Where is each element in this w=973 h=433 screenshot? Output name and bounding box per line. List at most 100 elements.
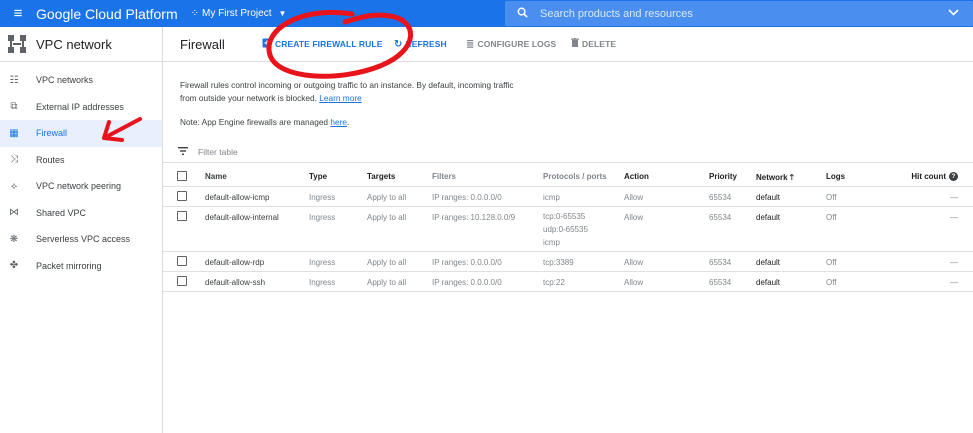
note-text: Note: App Engine firewalls are managed	[180, 117, 329, 127]
refresh-icon: ↻	[394, 38, 403, 50]
network-link[interactable]: default	[756, 278, 780, 287]
project-name: My First Project	[202, 8, 272, 19]
sidebar-item-firewall[interactable]: ▦ Firewall	[0, 120, 162, 147]
cell-priority: 65534	[709, 213, 732, 222]
table-row[interactable]: default-allow-internal Ingress Apply to …	[163, 207, 973, 252]
col-action[interactable]: Action	[624, 172, 649, 181]
col-network-label: Network	[756, 173, 788, 182]
sidebar-item-label: VPC networks	[36, 75, 94, 86]
search-icon	[517, 7, 528, 21]
sidebar-item-label: Serverless VPC access	[36, 234, 131, 245]
app-engine-note: Note: App Engine firewalls are managed h…	[180, 117, 349, 127]
firewall-icon: ▦	[9, 127, 19, 139]
col-priority[interactable]: Priority	[709, 172, 737, 181]
delete-label: DELETE	[582, 39, 617, 49]
row-checkbox[interactable]	[177, 211, 187, 221]
protocol-line: tcp:0-65535	[543, 212, 586, 221]
help-icon[interactable]: ?	[949, 172, 958, 182]
expand-icon[interactable]	[948, 8, 959, 19]
col-hit-count[interactable]: Hit count?	[911, 172, 958, 182]
cell-logs: Off	[826, 213, 837, 222]
row-checkbox[interactable]	[177, 256, 187, 266]
table-row[interactable]: default-allow-rdp Ingress Apply to all I…	[163, 252, 973, 272]
table-row[interactable]: default-allow-icmp Ingress Apply to all …	[163, 187, 973, 207]
delete-button[interactable]: DELETE	[571, 38, 616, 50]
arrow-up-icon: 🡑	[789, 173, 794, 182]
cell-action: Allow	[624, 193, 644, 202]
cell-filters: IP ranges: 0.0.0.0/0	[432, 193, 502, 202]
cell-type: Ingress	[309, 258, 336, 267]
rule-name-link[interactable]: default-allow-icmp	[205, 193, 269, 202]
vpc-networks-icon: ☷	[9, 74, 19, 86]
sidebar: VPC network ☷ VPC networks ⧉ External IP…	[0, 27, 163, 433]
menu-icon[interactable]: ≡	[0, 0, 36, 27]
row-checkbox[interactable]	[177, 276, 187, 286]
configure-logs-button[interactable]: ≣ CONFIGURE LOGS	[466, 39, 556, 50]
col-type[interactable]: Type	[309, 172, 327, 181]
sidebar-item-serverless[interactable]: ❋ Serverless VPC access	[0, 226, 162, 253]
sidebar-item-routes[interactable]: ⤨ Routes	[0, 147, 162, 174]
cell-type: Ingress	[309, 193, 336, 202]
cell-hit-count: —	[950, 213, 958, 222]
page-title: Firewall	[180, 36, 225, 52]
firewall-description: Firewall rules control incoming or outgo…	[180, 79, 520, 105]
routes-icon: ⤨	[10, 154, 18, 166]
shared-vpc-icon: ⋈	[9, 207, 19, 219]
sidebar-item-label: Packet mirroring	[36, 260, 102, 271]
cell-logs: Off	[826, 278, 837, 287]
cell-type: Ingress	[309, 213, 336, 222]
search-placeholder: Search products and resources	[540, 7, 693, 20]
cell-hit-count: —	[950, 258, 958, 267]
sidebar-item-packet-mirroring[interactable]: ✤ Packet mirroring	[0, 253, 162, 280]
project-selector[interactable]: ⁘ My First Project ▼	[191, 8, 287, 19]
row-checkbox[interactable]	[177, 191, 187, 201]
learn-more-link[interactable]: Learn more	[319, 93, 361, 103]
sidebar-list: ☷ VPC networks ⧉ External IP addresses ▦…	[0, 62, 162, 279]
cell-targets: Apply to all	[367, 258, 407, 267]
here-link[interactable]: here	[330, 117, 347, 127]
brand-title[interactable]: Google Cloud Platform	[36, 6, 178, 22]
col-targets[interactable]: Targets	[367, 172, 395, 181]
page-header: Firewall CREATE FIREWALL RULE ↻ REFRESH …	[163, 27, 973, 62]
create-firewall-rule-button[interactable]: CREATE FIREWALL RULE	[262, 38, 382, 51]
chevron-down-icon: ▼	[278, 9, 287, 18]
external-ip-icon: ⧉	[10, 101, 18, 113]
col-filters: Filters	[432, 172, 457, 181]
firewall-table: Name Type Targets Filters Protocols / po…	[163, 165, 973, 292]
cell-targets: Apply to all	[367, 213, 407, 222]
cell-action: Allow	[624, 213, 644, 222]
cell-targets: Apply to all	[367, 278, 407, 287]
table-row[interactable]: default-allow-ssh Ingress Apply to all I…	[163, 272, 973, 292]
network-link[interactable]: default	[756, 258, 780, 267]
col-network[interactable]: Network 🡑	[756, 172, 794, 186]
configure-label: CONFIGURE LOGS	[477, 39, 557, 49]
col-hit-label: Hit count	[911, 172, 946, 181]
select-all-checkbox[interactable]	[177, 171, 187, 181]
sidebar-item-peering[interactable]: ⟡ VPC network peering	[0, 173, 162, 200]
note-suffix: .	[346, 117, 350, 127]
sidebar-item-vpc-networks[interactable]: ☷ VPC networks	[0, 67, 162, 94]
col-logs[interactable]: Logs	[826, 172, 845, 181]
search-input[interactable]: Search products and resources	[505, 1, 973, 26]
rule-name-link[interactable]: default-allow-internal	[205, 213, 279, 222]
refresh-button[interactable]: ↻ REFRESH	[394, 39, 447, 50]
cell-protocols: tcp:3389	[543, 258, 574, 267]
add-box-icon	[262, 38, 272, 51]
col-name[interactable]: Name	[205, 172, 227, 181]
sidebar-item-label: Firewall	[36, 128, 68, 139]
sidebar-item-external-ip[interactable]: ⧉ External IP addresses	[0, 94, 162, 121]
filter-bar[interactable]: Filter table	[163, 142, 973, 163]
sidebar-item-shared-vpc[interactable]: ⋈ Shared VPC	[0, 200, 162, 227]
rule-name-link[interactable]: default-allow-ssh	[205, 278, 265, 287]
cell-logs: Off	[826, 258, 837, 267]
sidebar-header: VPC network	[0, 27, 162, 62]
cell-hit-count: —	[950, 193, 958, 202]
sidebar-item-label: Routes	[36, 154, 65, 165]
protocol-line: icmp	[543, 238, 560, 247]
network-link[interactable]: default	[756, 213, 780, 222]
rule-name-link[interactable]: default-allow-rdp	[205, 258, 264, 267]
filter-input[interactable]: Filter table	[198, 147, 238, 157]
table-header: Name Type Targets Filters Protocols / po…	[163, 165, 973, 187]
network-link[interactable]: default	[756, 193, 780, 202]
cell-filters: IP ranges: 0.0.0.0/0	[432, 278, 502, 287]
